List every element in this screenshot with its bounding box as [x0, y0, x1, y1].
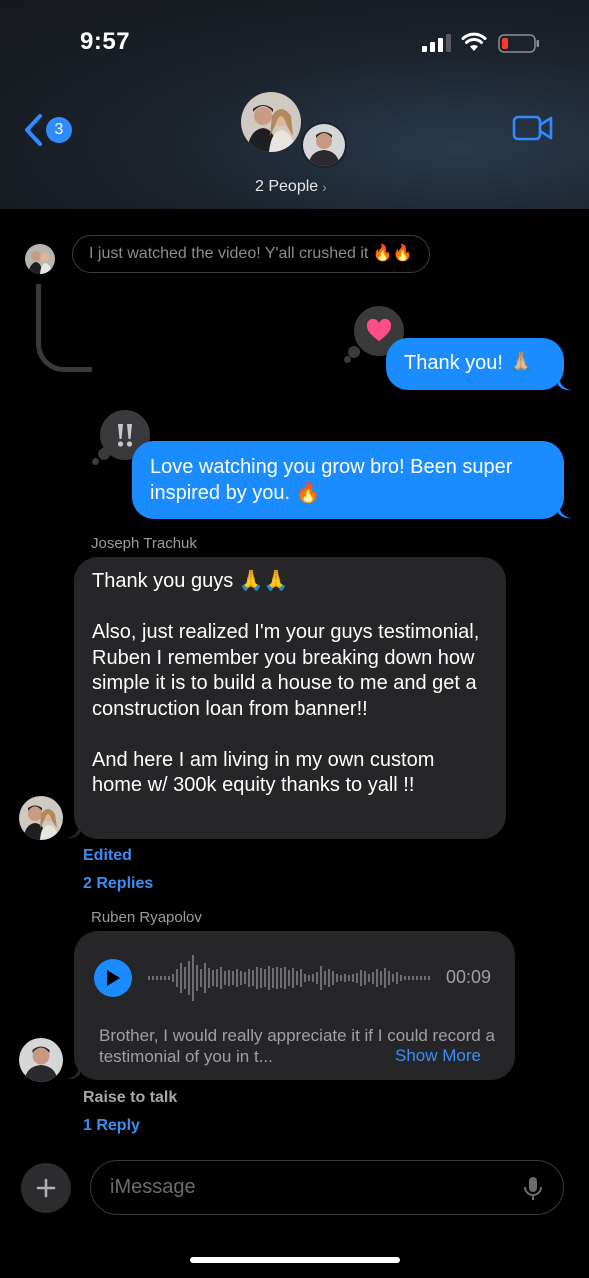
wifi-icon — [461, 32, 487, 51]
avatar-couple-small — [25, 244, 55, 274]
group-details-link[interactable]: 2 People › — [255, 178, 327, 196]
bubble-tail — [558, 503, 572, 519]
battery-icon — [498, 34, 539, 53]
edited-label[interactable]: Edited — [83, 847, 132, 865]
message-love-watching[interactable]: Love watching you grow bro! Been super i… — [132, 441, 564, 519]
message-joseph[interactable]: Thank you guys 🙏🙏 Also, just realized I'… — [74, 557, 506, 839]
raise-to-talk-label: Raise to talk — [83, 1089, 178, 1106]
avatar-joseph[interactable] — [19, 796, 63, 840]
message-thank-you[interactable]: Thank you! 🙏🏼 — [386, 338, 564, 390]
thread-connector — [36, 284, 92, 372]
home-indicator — [190, 1257, 400, 1263]
audio-duration: 00:09 — [446, 967, 492, 987]
chevron-left-icon — [25, 114, 42, 146]
tapback-tail — [92, 458, 99, 465]
video-camera-icon[interactable] — [512, 114, 554, 142]
plus-icon — [36, 1178, 56, 1198]
replies-link[interactable]: 2 Replies — [83, 875, 153, 893]
tapback-tail — [344, 356, 351, 363]
cellular-signal-icon — [422, 34, 451, 52]
group-label: 2 People — [255, 178, 319, 195]
back-button[interactable]: 3 — [22, 110, 72, 150]
sender-name: Joseph Trachuk — [91, 535, 197, 552]
imessage-input[interactable]: iMessage — [90, 1160, 564, 1215]
add-attachment-button[interactable] — [21, 1163, 71, 1213]
avatar-ruben — [301, 122, 347, 168]
message-text: And here I am living in my own custom ho… — [92, 748, 435, 797]
conversation-header: 9:57 3 2 People › — [0, 0, 589, 209]
play-button[interactable] — [94, 959, 132, 997]
avatar-ruben[interactable] — [19, 1038, 63, 1082]
sender-name: Ruben Ryapolov — [91, 909, 202, 926]
show-more-button[interactable]: Show More — [395, 1046, 481, 1066]
group-avatars[interactable] — [241, 92, 351, 172]
bubble-tail — [66, 823, 80, 839]
reply-link[interactable]: 1 Reply — [83, 1117, 140, 1135]
unread-badge: 3 — [46, 117, 72, 143]
double-exclamation-icon — [117, 424, 133, 447]
reply-preview-message[interactable]: I just watched the video! Y'all crushed … — [72, 235, 430, 273]
heart-icon — [366, 319, 392, 341]
input-placeholder: iMessage — [110, 1176, 196, 1198]
bubble-tail — [66, 1064, 80, 1080]
microphone-icon[interactable] — [523, 1176, 543, 1202]
bubble-tail — [558, 375, 572, 391]
chevron-right-icon: › — [322, 179, 327, 195]
message-text: Thank you guys 🙏🙏 — [92, 570, 289, 592]
message-text: Also, just realized I'm your guys testim… — [92, 621, 480, 720]
audio-waveform[interactable] — [148, 951, 433, 1005]
avatar-couple — [241, 92, 301, 152]
tapback-tail — [98, 448, 110, 460]
audio-message-ruben[interactable]: 00:09 Brother, I would really appreciate… — [74, 931, 515, 1080]
play-icon — [107, 970, 120, 986]
status-time: 9:57 — [80, 28, 131, 55]
